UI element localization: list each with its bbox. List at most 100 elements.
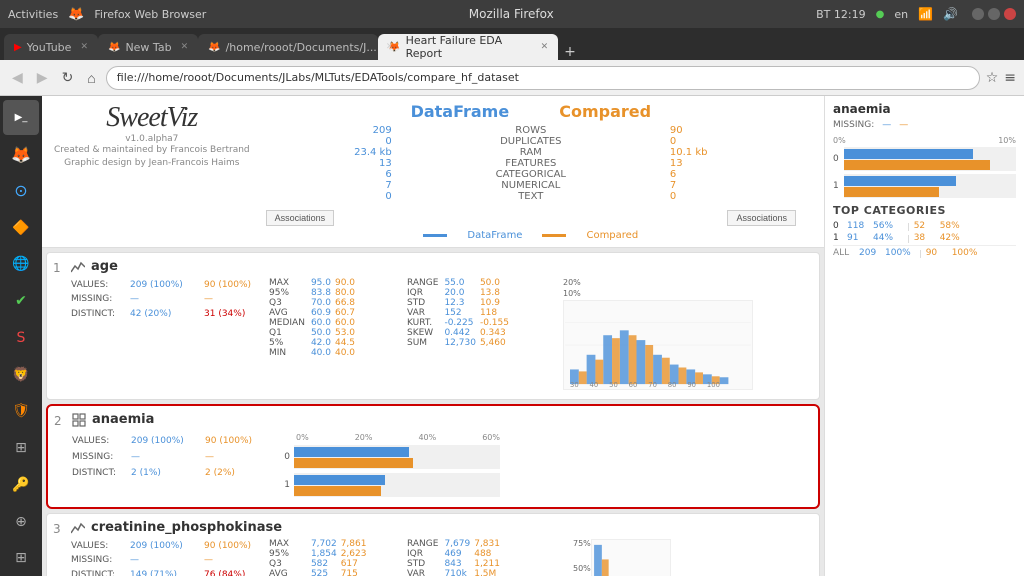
- tab-newtab[interactable]: 🦊 New Tab ✕: [98, 34, 198, 60]
- age-q1-cmp: 53.0: [335, 328, 355, 338]
- sidebar-item-key[interactable]: 🔑: [3, 467, 39, 502]
- age-median-cmp: 60.0: [335, 318, 355, 328]
- sweetviz-header: SweetViz v1.0.alpha7 Created & maintaine…: [42, 96, 824, 248]
- tab-newtab-close[interactable]: ✕: [181, 42, 189, 52]
- age-center-stats: MAX95.090.0 95%83.880.0 Q370.066.8 AVG60…: [269, 278, 399, 358]
- forward-button[interactable]: ▶: [33, 67, 52, 88]
- cmp-rows-val: 90: [666, 125, 796, 136]
- sidebar-item-firefox[interactable]: 🦊: [3, 137, 39, 172]
- tab-hf[interactable]: 🦊 Heart Failure EDA Report ✕: [378, 34, 558, 60]
- df-cat-val: 6: [266, 169, 396, 180]
- tab-home[interactable]: 🦊 /home/rooot/Documents/J... ✕: [198, 34, 378, 60]
- tab-home-close[interactable]: ✕: [386, 42, 394, 52]
- feature-creatinine-inner: creatinine_phosphokinase VALUES: 209 (10…: [57, 520, 809, 576]
- sidebar-item-lion[interactable]: 🦁: [3, 357, 39, 392]
- sv-row-features: 13 FEATURES 13: [266, 158, 796, 169]
- assoc-right-btn[interactable]: Associations: [727, 210, 796, 226]
- feature-age-inner: age VALUES: 209 (100%) 90 (100%) MISSING…: [57, 259, 809, 393]
- creatinine-distinct-cmp: 76 (84%): [204, 568, 245, 576]
- age-distinct-cmp: 31 (34%): [204, 307, 245, 321]
- cre-avg-lbl: AVG: [269, 569, 311, 576]
- sidebar: ▶_ 🦊 ⊙ 🔶 🌐 ✔ S 🦁 🛡 ⊞ 🔑 ⊕ ⊞: [0, 96, 42, 576]
- sidebar-item-more[interactable]: ⊕: [3, 504, 39, 540]
- rp-missing-row: MISSING: — —: [833, 120, 1016, 130]
- sidebar-item-grid2[interactable]: ⊞: [3, 540, 39, 576]
- new-tab-button[interactable]: +: [558, 44, 582, 60]
- age-p95-cmp: 80.0: [335, 288, 355, 298]
- activities-label[interactable]: Activities: [8, 8, 58, 21]
- tab-youtube[interactable]: ▶ YouTube ✕: [4, 34, 98, 60]
- age-q3-cmp: 66.8: [335, 298, 355, 308]
- sidebar-item-check[interactable]: ✔: [3, 284, 39, 319]
- anaemia-distinct-df: 2 (1%): [131, 465, 201, 481]
- age-p5-cmp: 44.5: [335, 338, 355, 348]
- close-btn[interactable]: [1004, 8, 1016, 20]
- feature-anaemia-header: anaemia: [72, 412, 808, 427]
- anaemia-values-row: VALUES: 209 (100%) 90 (100%): [72, 433, 272, 449]
- rows-label: ROWS: [396, 125, 666, 136]
- age-kurt-cmp: -0.155: [480, 318, 509, 328]
- sv-row-numerical: 7 NUMERICAL 7: [266, 180, 796, 191]
- age-max-label: MAX: [269, 278, 311, 288]
- rp-bar-track-1: [844, 174, 1016, 198]
- cre-max-df: 7,702: [311, 539, 341, 549]
- rp-bar-row-0: 0: [833, 147, 1016, 171]
- cre-std-lbl: STD: [407, 559, 444, 569]
- age-missing-label: MISSING:: [71, 292, 126, 306]
- anaemia-bar-label-1: 1: [280, 480, 290, 490]
- sv-assoc-buttons: Associations Associations: [266, 206, 796, 226]
- age-sum-label: SUM: [407, 338, 444, 348]
- age-q1-df: 50.0: [311, 328, 335, 338]
- df-text-val: 0: [266, 191, 396, 202]
- home-button[interactable]: ⌂: [83, 68, 99, 88]
- sidebar-item-vlc[interactable]: 🔶: [3, 210, 39, 245]
- rp-cat-val-0: 0: [833, 221, 843, 231]
- cre-iqr-df: 469: [444, 549, 474, 559]
- anaemia-grid-icon: [72, 413, 86, 427]
- rp-bar-blue-0: [844, 149, 973, 159]
- anaemia-left-stats: VALUES: 209 (100%) 90 (100%) MISSING: — …: [72, 433, 272, 482]
- creatinine-center-stats: MAX7,7027,861 95%1,8542,623 Q3582617 AVG…: [269, 539, 399, 576]
- sidebar-item-s[interactable]: S: [3, 320, 39, 355]
- tab-youtube-close[interactable]: ✕: [80, 42, 88, 52]
- svg-text:30: 30: [570, 381, 579, 389]
- cre-var-cmp: 1.5M: [474, 569, 500, 576]
- svg-text:60: 60: [629, 381, 638, 389]
- bookmark-icon[interactable]: ☆: [986, 70, 999, 86]
- assoc-left-btn[interactable]: Associations: [266, 210, 335, 226]
- anaemia-bar-blue-0: [294, 447, 409, 457]
- sv-df-titles: DataFrame Compared: [266, 102, 796, 121]
- minimize-btn[interactable]: [972, 8, 984, 20]
- cre-hist-75: 75%: [573, 539, 591, 548]
- rp-all-row: ALL 209 100% | 90 100%: [833, 245, 1016, 258]
- right-panel: anaemia MISSING: — — 0% 10% 0 1: [824, 96, 1024, 576]
- sidebar-item-grid[interactable]: ⊞: [3, 431, 39, 466]
- age-avg-label: AVG: [269, 308, 311, 318]
- rp-cat-orange-pct-1: 42%: [940, 233, 960, 243]
- cre-p95-lbl: 95%: [269, 549, 311, 559]
- rp-all-orange-pct: 100%: [952, 248, 978, 258]
- menu-icon[interactable]: ≡: [1004, 70, 1016, 86]
- df-dups-val: 0: [266, 136, 396, 147]
- svg-text:90: 90: [687, 381, 696, 389]
- reload-button[interactable]: ↻: [58, 67, 78, 88]
- tab-hf-close[interactable]: ✕: [541, 42, 549, 52]
- age-min-cmp: 40.0: [335, 348, 355, 358]
- sv-legend: DataFrame Compared: [266, 230, 796, 241]
- address-bar[interactable]: file:///home/rooot/Documents/JLabs/MLTut…: [106, 66, 980, 90]
- sidebar-item-circle[interactable]: ⊙: [3, 173, 39, 208]
- sv-row-rows: 209 ROWS 90: [266, 125, 796, 136]
- age-distinct-label: DISTINCT:: [71, 307, 126, 321]
- sidebar-item-terminal[interactable]: ▶_: [3, 100, 39, 135]
- feature-age: 1 age VALUES: 209 (100%) 90 (100%): [46, 252, 820, 400]
- maximize-btn[interactable]: [988, 8, 1000, 20]
- sidebar-item-brave[interactable]: 🛡: [3, 394, 39, 429]
- creatinine-distinct-df: 149 (71%): [130, 568, 200, 576]
- network-icon: ●: [876, 9, 885, 20]
- sv-row-ram: 23.4 kb RAM 10.1 kb: [266, 147, 796, 158]
- sv-row-text: 0 TEXT 0: [266, 191, 796, 202]
- age-values-label: VALUES:: [71, 278, 126, 292]
- back-button[interactable]: ◀: [8, 67, 27, 88]
- sidebar-item-chrome[interactable]: 🌐: [3, 247, 39, 282]
- window-controls[interactable]: [972, 8, 1016, 20]
